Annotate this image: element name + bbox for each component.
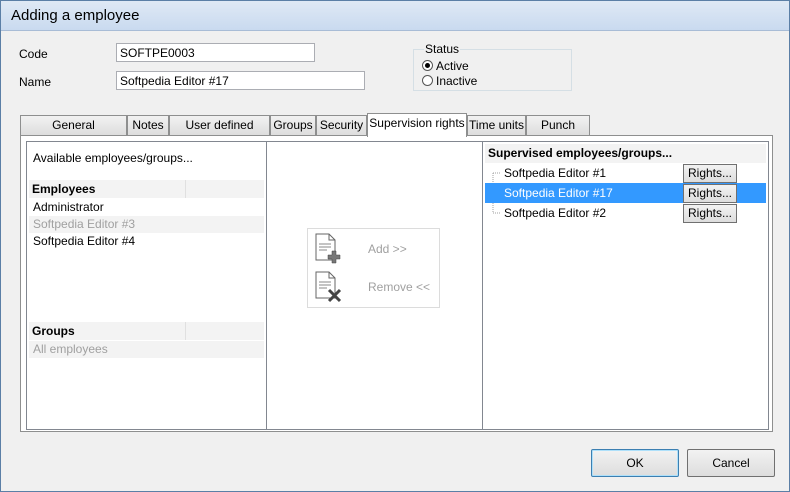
tab-groups[interactable]: Groups (270, 115, 316, 136)
rights-button[interactable]: Rights... (683, 164, 737, 183)
remove-button[interactable]: Remove << (314, 271, 434, 303)
available-group-item[interactable]: All employees (29, 341, 264, 358)
rights-button[interactable]: Rights... (683, 204, 737, 223)
status-legend: Status (424, 42, 461, 56)
supervised-item-name: Softpedia Editor #2 (504, 206, 607, 220)
column-divider (185, 180, 186, 198)
available-pane: Available employees/groups... Employees … (26, 141, 267, 430)
supervised-item-name: Softpedia Editor #17 (504, 186, 613, 200)
available-employee-item[interactable]: Softpedia Editor #3 (29, 216, 264, 233)
tab-user-defined-fields[interactable]: User defined fields (169, 115, 270, 151)
supervised-header: Supervised employees/groups... (485, 144, 766, 163)
available-header: Available employees/groups... (33, 151, 193, 165)
cancel-button[interactable]: Cancel (687, 449, 775, 477)
groups-heading: Groups (29, 322, 264, 340)
status-active-label: Active (436, 58, 469, 73)
employees-heading: Employees (29, 180, 264, 198)
rights-button[interactable]: Rights... (683, 184, 737, 203)
code-label: Code (19, 47, 48, 61)
available-employee-item[interactable]: Administrator (29, 199, 264, 216)
available-employee-item[interactable]: Softpedia Editor #4 (29, 233, 264, 250)
status-inactive-option[interactable]: Inactive (422, 73, 477, 88)
tab-security[interactable]: Security (316, 115, 367, 136)
add-label: Add >> (368, 242, 407, 256)
tab-supervision-rights[interactable]: Supervision rights (367, 113, 467, 137)
tab-time-units[interactable]: Time units (467, 115, 526, 136)
supervision-rights-panel: Available employees/groups... Employees … (20, 135, 773, 432)
ok-button[interactable]: OK (591, 449, 679, 477)
window-title: Adding a employee (11, 7, 140, 24)
name-label: Name (19, 75, 52, 89)
status-active-option[interactable]: Active (422, 58, 469, 73)
code-field[interactable]: SOFTPE0003 (116, 43, 315, 62)
employee-dialog: Adding a employee Code SOFTPE0003 Name S… (0, 0, 790, 492)
supervised-item-name: Softpedia Editor #1 (504, 166, 607, 180)
supervised-item[interactable]: Softpedia Editor #1 Rights... (485, 163, 766, 183)
add-button[interactable]: Add >> (314, 233, 434, 265)
status-group: Status Active Inactive (413, 42, 572, 91)
radio-inactive-icon[interactable] (422, 75, 433, 86)
actions-pane: Add >> Remove << (266, 141, 483, 430)
radio-active-icon[interactable] (422, 60, 433, 71)
document-add-icon[interactable] (314, 233, 342, 265)
tab-punch-clock[interactable]: Punch clock (526, 115, 590, 151)
tab-general-information[interactable]: General information (20, 115, 127, 151)
tab-notes[interactable]: Notes (127, 115, 169, 136)
supervised-item[interactable]: Softpedia Editor #2 Rights... (485, 203, 766, 223)
title-bar: Adding a employee (1, 1, 789, 31)
supervised-item[interactable]: Softpedia Editor #17 Rights... (485, 183, 766, 203)
groups-heading-label: Groups (32, 324, 75, 338)
remove-label: Remove << (368, 280, 431, 294)
status-inactive-label: Inactive (436, 73, 478, 88)
employees-heading-label: Employees (32, 182, 96, 196)
supervised-pane: Supervised employees/groups... Softpedia… (482, 141, 769, 430)
column-divider (185, 322, 186, 340)
document-remove-icon[interactable] (314, 271, 342, 303)
action-box: Add >> Remove << (307, 228, 440, 308)
name-field[interactable]: Softpedia Editor #17 (116, 71, 365, 90)
